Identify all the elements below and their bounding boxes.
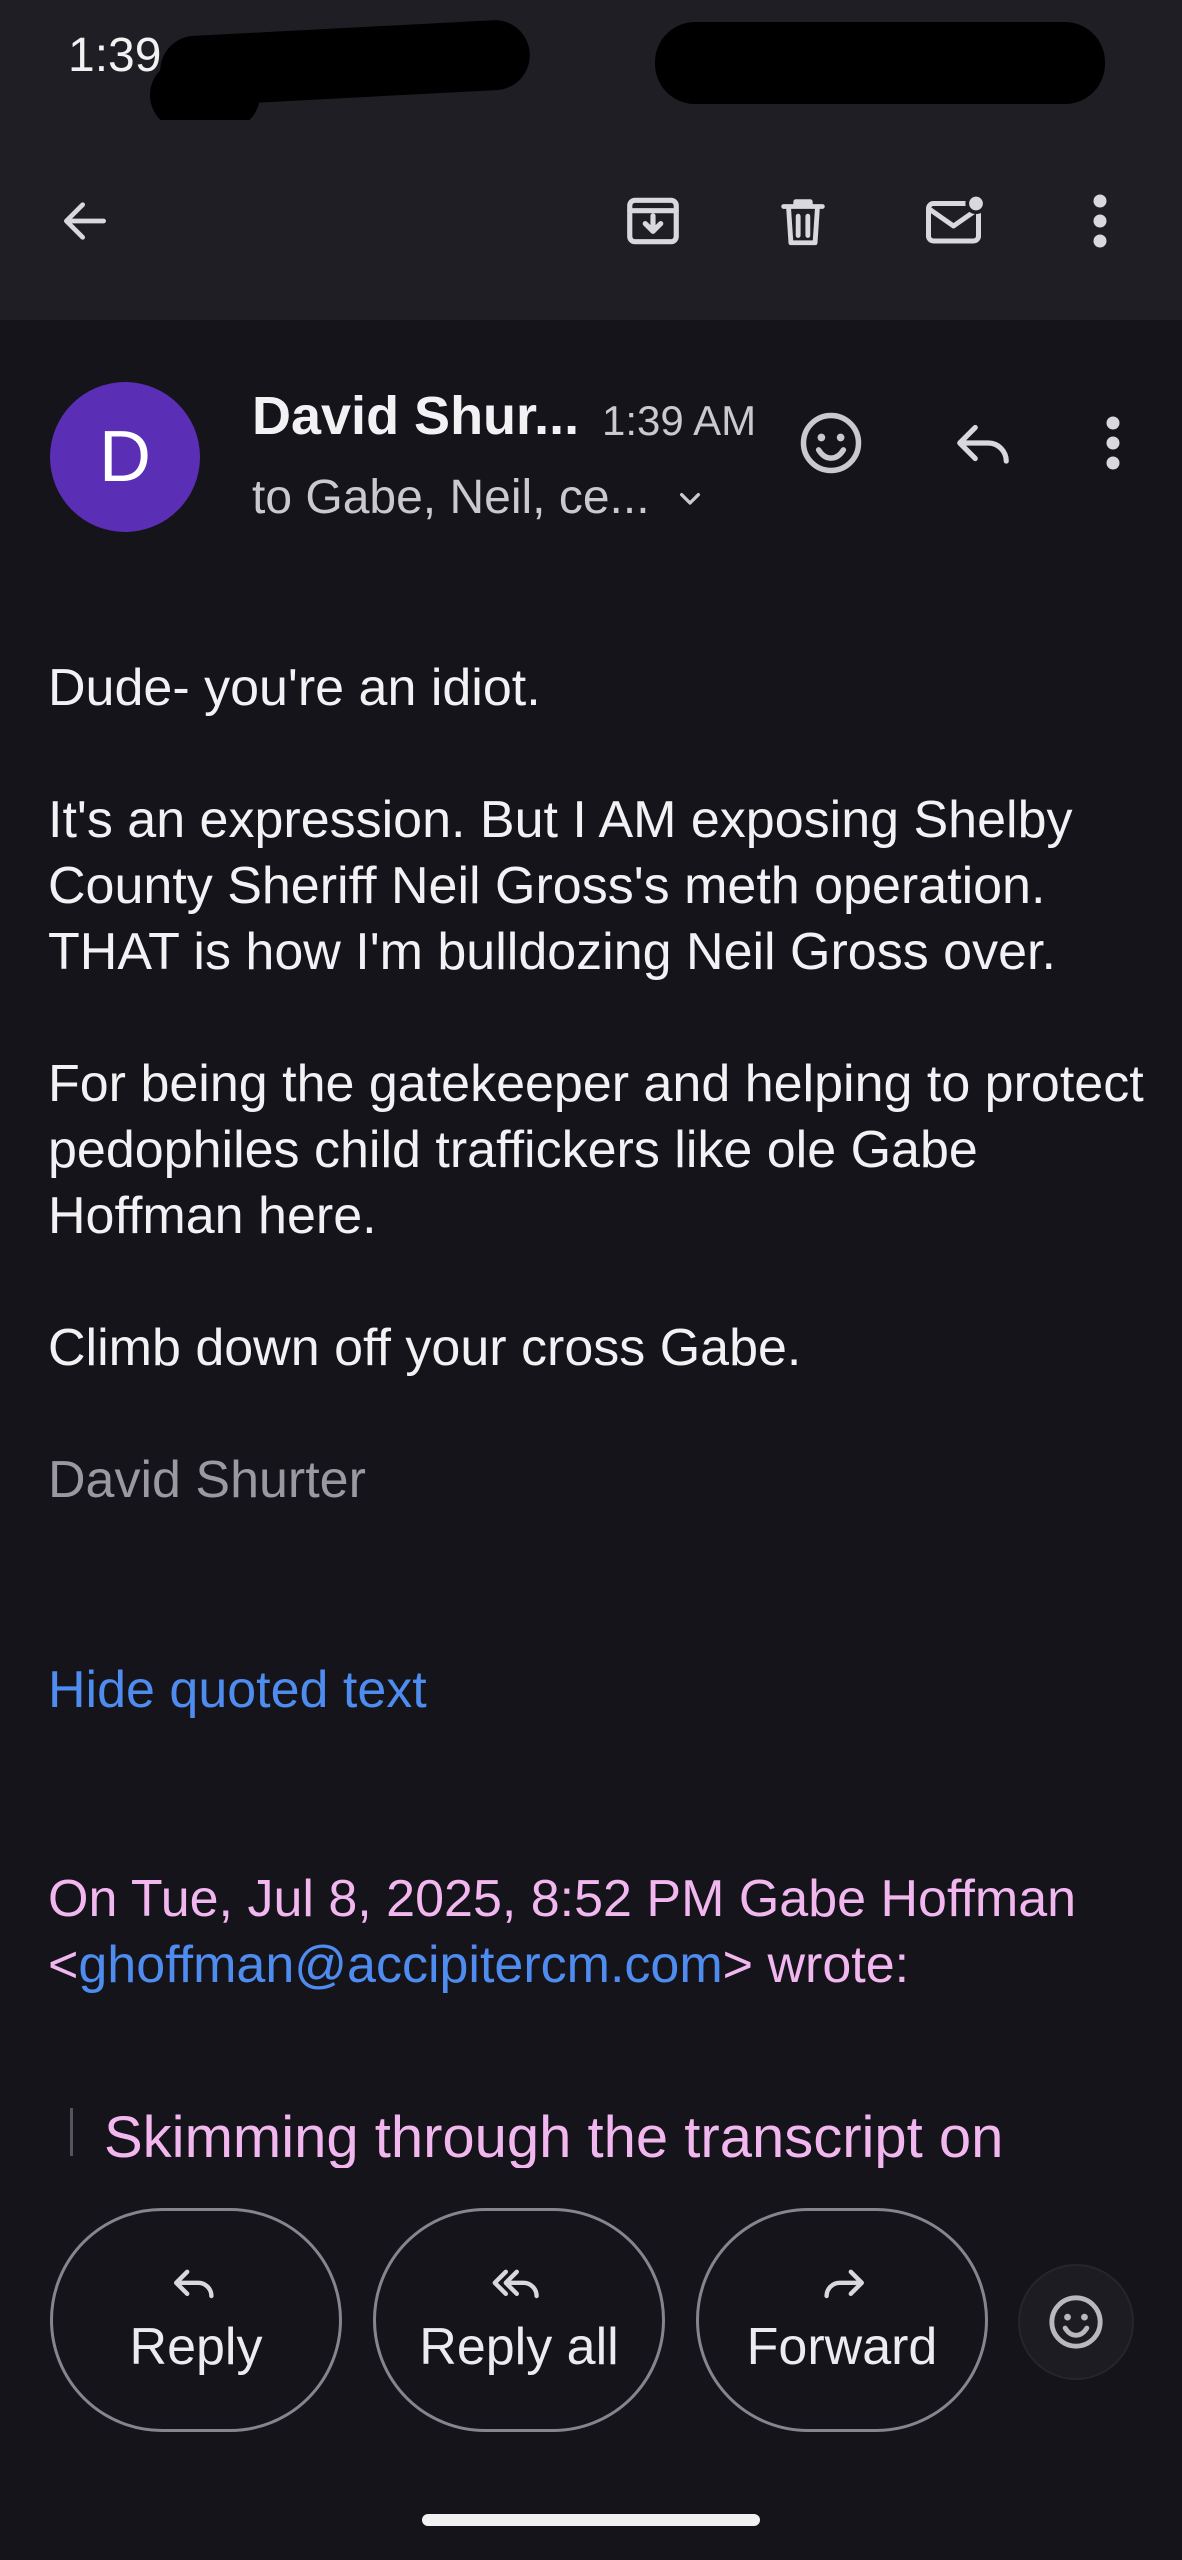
message-time: 1:39 AM xyxy=(602,397,757,444)
body-paragraph: Climb down off your cross Gabe. xyxy=(48,1319,802,1377)
status-time: 1:39 xyxy=(68,29,162,82)
avatar-letter: D xyxy=(99,417,151,497)
reply-action-label: Reply xyxy=(129,2318,263,2376)
sender-name[interactable]: David Shur... xyxy=(252,385,579,447)
recipients-toggle[interactable]: to Gabe, Neil, ce... xyxy=(252,470,710,525)
message-more-button[interactable] xyxy=(1068,398,1158,488)
home-indicator[interactable] xyxy=(422,2514,760,2526)
body-paragraph: For being the gatekeeper and helping to … xyxy=(48,1055,1144,1245)
quote-bar xyxy=(70,2108,73,2156)
back-button[interactable] xyxy=(40,176,130,266)
recipients-text: to Gabe, Neil, ce... xyxy=(252,471,650,524)
forward-action-label: Forward xyxy=(746,2318,938,2376)
body-paragraph: It's an expression. But I AM exposing Sh… xyxy=(48,791,1073,981)
reply-action-button[interactable]: Reply xyxy=(50,2208,342,2432)
mark-unread-button[interactable] xyxy=(908,176,1004,266)
body-paragraph: Dude- you're an idiot. xyxy=(48,659,541,717)
reply-icon xyxy=(174,2269,214,2299)
message-body: Dude- you're an idiot. It's an expressio… xyxy=(48,655,1148,1513)
quote-attribution: On Tue, Jul 8, 2025, 8:52 PM Gabe Hoffma… xyxy=(48,1866,1148,1998)
reaction-button[interactable] xyxy=(1018,2264,1134,2380)
reply-button[interactable] xyxy=(938,398,1028,488)
quote-email-link[interactable]: ghoffman@accipitercm.com xyxy=(78,1936,722,1994)
reply-icon xyxy=(957,424,1009,464)
quote-intro-text: > wrote: xyxy=(722,1936,910,1994)
emoji-icon xyxy=(800,412,862,474)
quoted-text: Skimming through the transcript on xyxy=(104,2105,1004,2170)
archive-button[interactable] xyxy=(608,176,698,266)
more-options-button[interactable] xyxy=(1055,176,1145,266)
chevron-down-icon xyxy=(679,492,700,505)
mail-unread-icon xyxy=(926,192,987,244)
arrow-left-icon xyxy=(63,202,106,240)
more-vert-icon xyxy=(1106,416,1120,470)
redaction-mark xyxy=(655,22,1105,104)
more-vert-icon xyxy=(1093,194,1107,248)
reply-all-action-button[interactable]: Reply all xyxy=(373,2208,665,2432)
reply-all-action-label: Reply all xyxy=(419,2318,619,2376)
signature: David Shurter xyxy=(48,1451,366,1509)
sender-avatar[interactable]: D xyxy=(50,382,200,532)
add-reaction-button[interactable] xyxy=(786,398,876,488)
emoji-icon xyxy=(1049,2295,1103,2349)
hide-quoted-text-link[interactable]: Hide quoted text xyxy=(48,1657,1148,1723)
forward-icon xyxy=(824,2269,865,2299)
archive-icon xyxy=(627,197,679,245)
forward-action-button[interactable]: Forward xyxy=(696,2208,988,2432)
status-bar: 1:39 xyxy=(0,0,1182,130)
delete-button[interactable] xyxy=(758,176,848,266)
reply-all-icon xyxy=(492,2269,539,2299)
trash-icon xyxy=(781,199,825,246)
message-toolbar xyxy=(0,120,1182,320)
